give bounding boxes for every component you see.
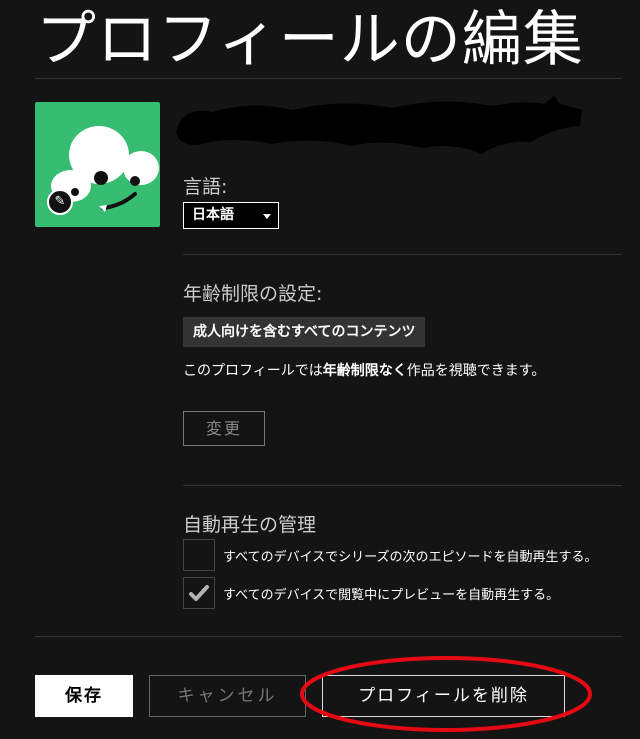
maturity-divider bbox=[183, 485, 622, 486]
pencil-icon[interactable]: ✎ bbox=[47, 189, 73, 215]
page-title: プロフィールの編集 bbox=[36, 5, 584, 75]
language-select[interactable]: 日本語 bbox=[183, 202, 279, 229]
maturity-rating-badge: 成人向けを含むすべてのコンテンツ bbox=[183, 317, 426, 347]
maturity-description-before: このプロフィールでは bbox=[183, 363, 323, 379]
autoplay-previews-label: すべてのデバイスで閲覧中にプレビューを自動再生する。 bbox=[223, 588, 560, 603]
header-divider bbox=[35, 78, 622, 79]
language-divider bbox=[183, 254, 622, 255]
save-button[interactable]: 保存 bbox=[35, 675, 133, 717]
maturity-label: 年齢制限の設定: bbox=[183, 283, 323, 305]
cancel-button[interactable]: キャンセル bbox=[149, 675, 306, 717]
language-selected: 日本語 bbox=[192, 207, 234, 223]
checkmark-icon bbox=[189, 585, 209, 601]
autoplay-previews-checkbox[interactable] bbox=[183, 577, 215, 609]
autoplay-next-episode-label: すべてのデバイスでシリーズの次のエピソードを自動再生する。 bbox=[223, 550, 598, 565]
language-label: 言語: bbox=[183, 176, 228, 198]
red-annotation-ellipse bbox=[300, 656, 592, 732]
autoplay-next-episode-checkbox[interactable] bbox=[183, 539, 215, 571]
autoplay-label: 自動再生の管理 bbox=[183, 514, 317, 536]
caret-down-icon bbox=[263, 214, 271, 219]
footer-divider bbox=[35, 636, 622, 637]
maturity-description: このプロフィールでは年齢制限なく作品を視聴できます。 bbox=[183, 360, 545, 382]
redacted-profile-name bbox=[176, 96, 582, 154]
maturity-description-after: 作品を視聴できます。 bbox=[406, 363, 546, 379]
maturity-description-bold: 年齢制限なく bbox=[322, 363, 407, 379]
profile-avatar[interactable]: ✎ bbox=[35, 102, 160, 227]
change-button[interactable]: 変更 bbox=[183, 411, 265, 446]
